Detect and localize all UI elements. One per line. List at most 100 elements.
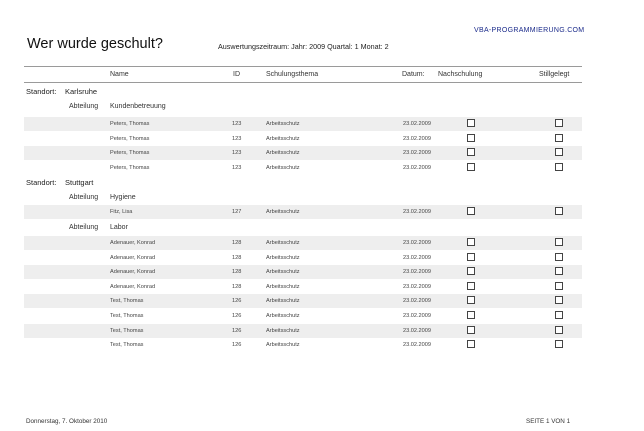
cell-date: 23.02.2009 [403, 240, 431, 246]
cell-name: Test, Thomas [110, 313, 144, 319]
archived-checkbox[interactable] [555, 162, 563, 171]
followup-checkbox[interactable] [467, 119, 475, 127]
header-bottom-rule [24, 82, 582, 83]
followup-checkbox[interactable] [467, 267, 475, 276]
table-row: Peters, Thomas 123 Arbeitsschutz 23.02.2009 [24, 161, 582, 175]
table-row: Test, Thomas 126 Arbeitsschutz 23.02.2009 [24, 309, 582, 323]
followup-checkbox[interactable] [467, 207, 475, 215]
archived-checkbox[interactable] [555, 325, 563, 334]
cell-id: 128 [232, 269, 242, 276]
column-header-followup: Nachschulung [438, 71, 483, 78]
table-row: Adenauer, Konrad 128 Arbeitsschutz 23.02.20… [24, 236, 582, 250]
archived-checkbox[interactable] [555, 148, 563, 157]
department-name: Hygiene [110, 194, 136, 201]
cell-name: Peters, Thomas [110, 150, 150, 157]
cell-id: 126 [232, 313, 242, 319]
period-info: Auswertungszeitraum: Jahr: 2009 Quartal:… [218, 42, 389, 51]
department-name: Labor [110, 224, 128, 231]
cell-name: Adenauer, Konrad [110, 254, 156, 261]
followup-checkbox[interactable] [467, 148, 475, 157]
cell-topic: Arbeitsschutz [266, 327, 300, 334]
archived-checkbox[interactable] [555, 133, 563, 142]
location-label: Standort: [26, 178, 57, 187]
archived-checkbox[interactable] [555, 296, 563, 305]
cell-id: 126 [232, 342, 242, 349]
cell-topic: Arbeitsschutz [266, 254, 300, 261]
table-row: Test, Thomas 126 Arbeitsschutz 23.02.2009 [24, 338, 582, 352]
cell-topic: Arbeitsschutz [266, 121, 300, 127]
column-header-topic: Schulungsthema [266, 71, 319, 78]
cell-date: 23.02.2009 [403, 164, 431, 171]
cell-name: Peters, Thomas [110, 121, 150, 127]
cell-date: 23.02.2009 [403, 313, 431, 319]
archived-checkbox[interactable] [555, 311, 563, 319]
followup-checkbox[interactable] [467, 311, 475, 319]
followup-checkbox[interactable] [467, 340, 475, 349]
cell-id: 126 [232, 298, 242, 305]
header-top-rule [24, 66, 582, 67]
cell-topic: Arbeitsschutz [266, 164, 300, 171]
department-label: Abteilung [69, 224, 99, 231]
cell-date: 23.02.2009 [403, 150, 431, 157]
cell-topic: Arbeitsschutz [266, 209, 300, 215]
cell-topic: Arbeitsschutz [266, 240, 300, 246]
cell-date: 23.02.2009 [403, 209, 431, 215]
followup-checkbox[interactable] [467, 252, 475, 261]
cell-date: 23.02.2009 [403, 121, 431, 127]
archived-checkbox[interactable] [555, 340, 563, 349]
table-row: Adenauer, Konrad 128 Arbeitsschutz 23.02.20… [24, 251, 582, 265]
cell-date: 23.02.2009 [403, 254, 431, 261]
column-header-date: Datum: [402, 71, 425, 78]
table-row: Test, Thomas 126 Arbeitsschutz 23.02.2009 [24, 294, 582, 309]
cell-name: Adenauer, Konrad [110, 283, 156, 290]
cell-id: 123 [232, 121, 242, 127]
cell-id: 123 [232, 150, 242, 157]
table-row: Peters, Thomas 123 Arbeitsschutz 23.02.2009 [24, 117, 582, 131]
table-row: Peters, Thomas 123 Arbeitsschutz 23.02.2009 [24, 146, 582, 161]
cell-date: 23.02.2009 [403, 298, 431, 305]
cell-id: 128 [232, 254, 242, 261]
brand-logo-text[interactable]: VBA-PROGRAMMIERUNG.COM [474, 27, 584, 34]
cell-topic: Arbeitsschutz [266, 150, 300, 157]
column-header-id: ID [233, 71, 240, 78]
table-row: Test, Thomas 126 Arbeitsschutz 23.02.2009 [24, 323, 582, 338]
cell-name: Test, Thomas [110, 298, 144, 305]
cell-topic: Arbeitsschutz [266, 298, 300, 305]
cell-name: Test, Thomas [110, 342, 144, 349]
archived-checkbox[interactable] [555, 267, 563, 276]
followup-checkbox[interactable] [467, 296, 475, 305]
archived-checkbox[interactable] [555, 238, 563, 246]
cell-name: Adenauer, Konrad [110, 240, 156, 246]
department-name: Kundenbetreuung [110, 103, 166, 110]
cell-date: 23.02.2009 [403, 269, 431, 276]
cell-topic: Arbeitsschutz [266, 283, 300, 290]
cell-date: 23.02.2009 [403, 342, 431, 349]
archived-checkbox[interactable] [555, 119, 563, 127]
table-row: Peters, Thomas 123 Arbeitsschutz 23.02.2009 [24, 132, 582, 146]
column-header-name: Name [110, 71, 129, 78]
cell-name: Fitz, Lisa [110, 209, 133, 215]
cell-name: Peters, Thomas [110, 164, 150, 171]
cell-topic: Arbeitsschutz [266, 313, 300, 319]
cell-date: 23.02.2009 [403, 283, 431, 290]
followup-checkbox[interactable] [467, 133, 475, 142]
archived-checkbox[interactable] [555, 252, 563, 261]
table-row: Adenauer, Konrad 128 Arbeitsschutz 23.02.20… [24, 265, 582, 280]
table-row: Adenauer, Konrad 128 Arbeitsschutz 23.02.20… [24, 280, 582, 294]
cell-name: Test, Thomas [110, 327, 144, 334]
cell-name: Adenauer, Konrad [110, 269, 156, 276]
location-label: Standort: [26, 87, 57, 96]
archived-checkbox[interactable] [555, 207, 563, 215]
cell-date: 23.02.2009 [403, 135, 431, 142]
table-row: Fitz, Lisa 127 Arbeitsschutz 23.02.2009 [24, 205, 582, 219]
followup-checkbox[interactable] [467, 325, 475, 334]
column-header-archived: Stillgelegt [539, 71, 570, 78]
cell-id: 123 [232, 164, 242, 171]
cell-id: 128 [232, 240, 242, 246]
cell-name: Peters, Thomas [110, 135, 150, 142]
followup-checkbox[interactable] [467, 162, 475, 171]
department-label: Abteilung [69, 194, 99, 201]
followup-checkbox[interactable] [467, 238, 475, 246]
archived-checkbox[interactable] [555, 281, 563, 290]
followup-checkbox[interactable] [467, 281, 475, 290]
